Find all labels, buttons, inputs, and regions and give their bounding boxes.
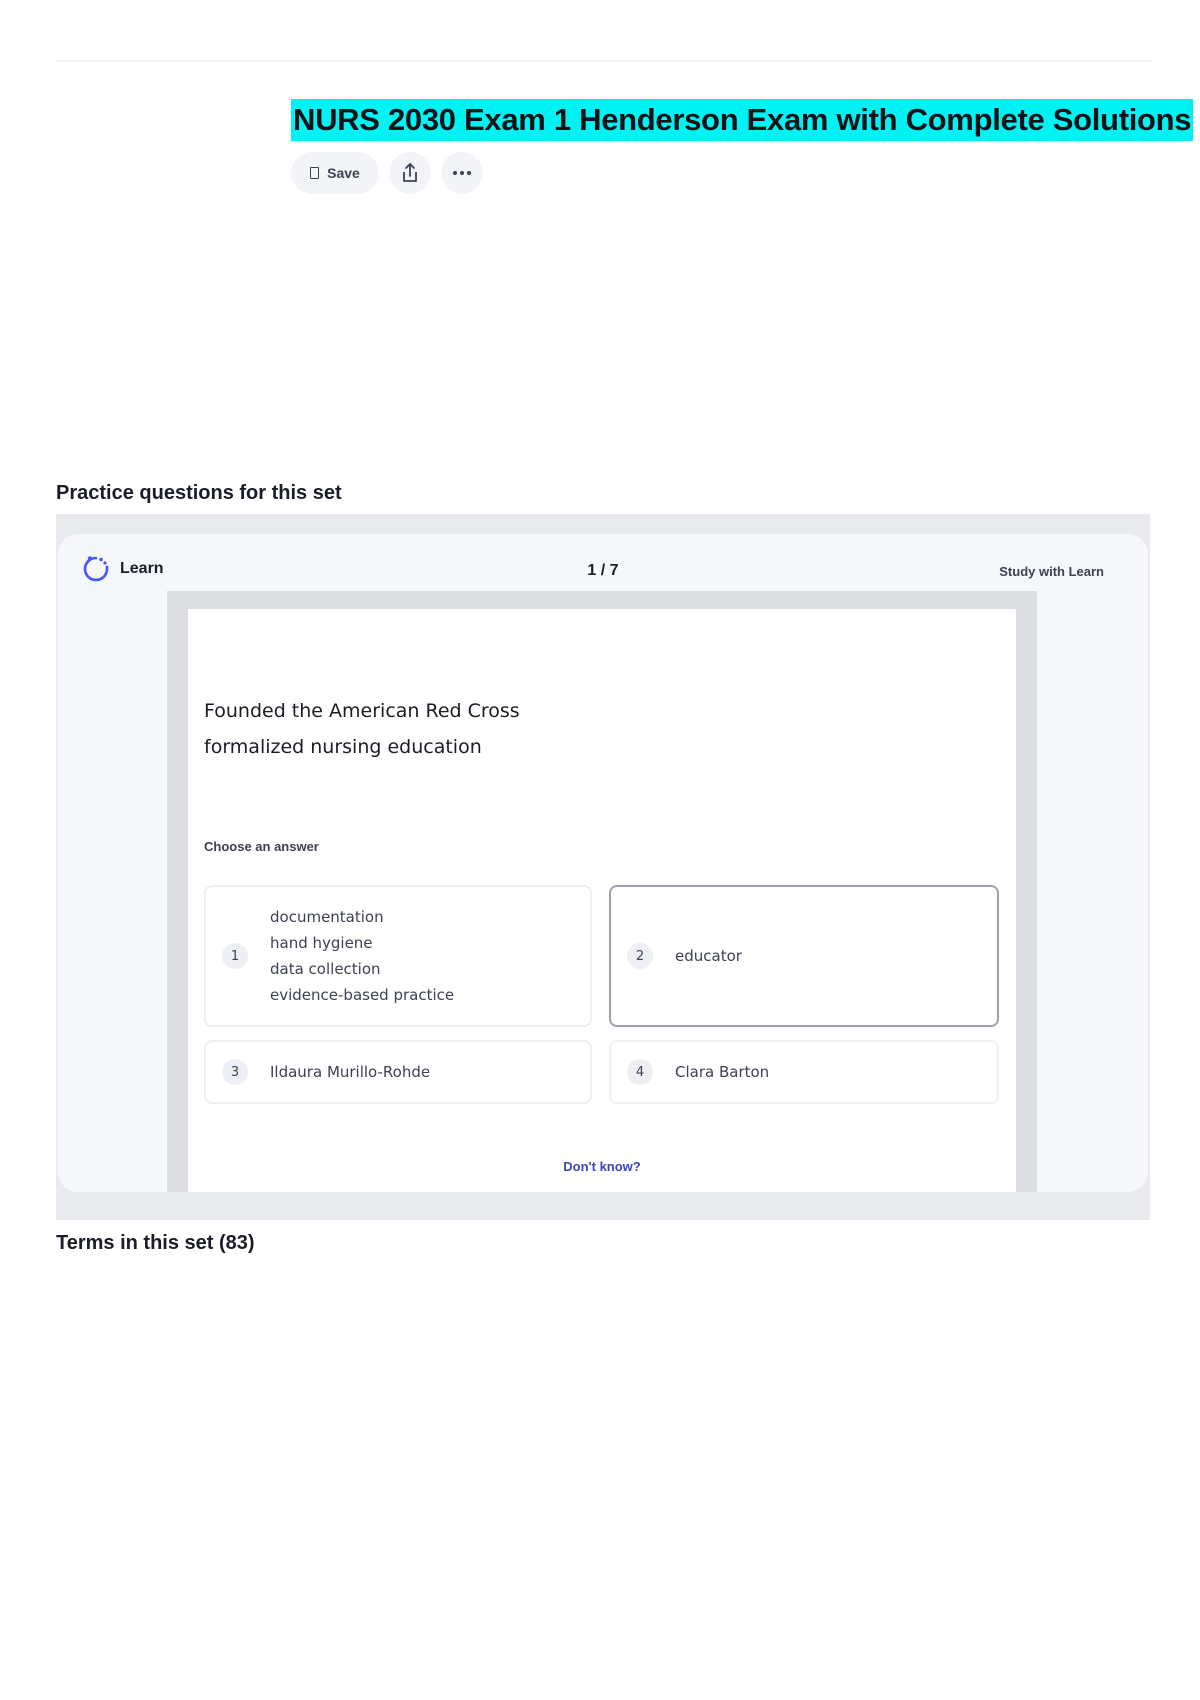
practice-heading: Practice questions for this set [56,482,342,504]
study-with-learn-link[interactable]: Study with Learn [999,564,1104,579]
bookmark-icon [310,167,320,179]
answer-option-1[interactable]: 1 documentation hand hygiene data collec… [204,885,592,1027]
answer-number: 3 [222,1059,248,1085]
answer-number: 1 [222,943,248,969]
question-counter: 1 / 7 [587,562,619,579]
question-card: Founded the American Red Cross formalize… [188,609,1016,1192]
learn-card: Learn 1 / 7 Study with Learn Founded the… [58,534,1148,1192]
answer-number: 4 [627,1059,653,1085]
answer-text: Ildaura Murillo-Rohde [270,1059,430,1085]
answer-number: 2 [627,943,653,969]
top-divider [56,60,1152,62]
dont-know-link[interactable]: Don't know? [188,1159,1016,1174]
share-icon [403,163,417,182]
choose-answer-label: Choose an answer [204,839,319,854]
more-options-button[interactable] [441,152,483,194]
answer-line: documentation [270,908,384,926]
more-horizontal-icon [453,171,471,175]
answer-line: educator [675,947,742,965]
answer-line: data collection [270,960,381,978]
answer-option-4[interactable]: 4 Clara Barton [609,1040,999,1104]
save-button-label: Save [327,165,360,181]
answer-line: Ildaura Murillo-Rohde [270,1063,431,1081]
answer-text: Clara Barton [675,1059,769,1085]
answer-text: documentation hand hygiene data collecti… [270,904,454,1008]
prompt-line: formalized nursing education [204,736,482,758]
answer-line: hand hygiene [270,934,373,952]
question-stage: Founded the American Red Cross formalize… [167,591,1037,1192]
answer-option-2[interactable]: 2 educator [609,885,999,1027]
practice-frame: Learn 1 / 7 Study with Learn Founded the… [56,514,1150,1220]
answer-line: Clara Barton [675,1063,770,1081]
prompt-line: Founded the American Red Cross [204,700,520,722]
terms-heading: Terms in this set (83) [56,1232,255,1254]
share-button[interactable] [389,152,431,194]
answer-line: evidence-based practice [270,986,455,1004]
answer-option-3[interactable]: 3 Ildaura Murillo-Rohde [204,1040,592,1104]
question-prompt: Founded the American Red Cross formalize… [204,693,520,765]
page-title: NURS 2030 Exam 1 Henderson Exam with Com… [291,99,1194,141]
answer-text: educator [675,943,742,969]
set-actions: Save [291,152,483,194]
save-button[interactable]: Save [291,152,379,194]
